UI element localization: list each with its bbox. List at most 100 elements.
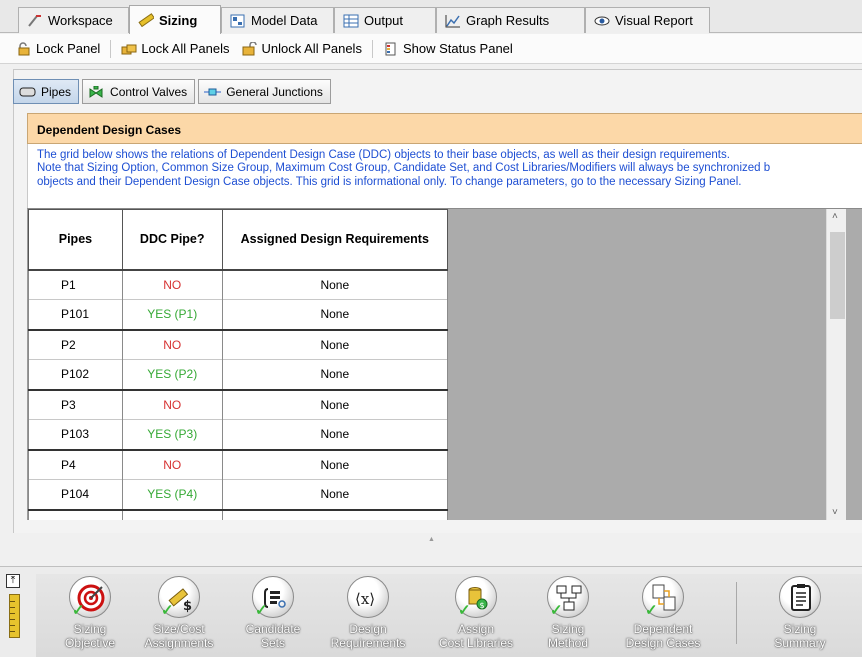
nav-label: Cost Libraries bbox=[438, 636, 514, 650]
table-row[interactable]: P102 YES (P2) None bbox=[28, 359, 449, 390]
nav-label: Assignments bbox=[144, 636, 214, 650]
pipe-cell: P102 bbox=[28, 359, 123, 390]
control-valve-icon bbox=[88, 85, 105, 98]
toolbar-divider bbox=[110, 39, 112, 58]
nav-sizing-summary[interactable]: Sizing Summary bbox=[752, 576, 848, 650]
requirements-cell: None bbox=[221, 479, 449, 510]
table-row[interactable]: P1 NO None bbox=[28, 268, 449, 300]
table-row[interactable]: P104 YES (P4) None bbox=[28, 479, 449, 510]
nav-label: Design Cases bbox=[625, 636, 701, 650]
tab-label: Visual Report bbox=[615, 13, 693, 28]
nav-sizing-objective[interactable]: ✓ Sizing Objective bbox=[42, 576, 138, 650]
table-row[interactable]: P3 NO None bbox=[28, 388, 449, 420]
panel-toolbar: Lock Panel Lock All Panels Unlock All Pa… bbox=[0, 34, 862, 64]
unlock-all-panels-button[interactable]: Unlock All Panels bbox=[236, 38, 368, 60]
lock-all-panels-button[interactable]: Lock All Panels bbox=[115, 38, 235, 60]
nav-candidate-sets[interactable]: ✓ Candidate Sets bbox=[225, 576, 321, 650]
cost-library-icon: $ ✓ bbox=[455, 576, 497, 618]
tab-model-data[interactable]: Model Data bbox=[221, 7, 334, 33]
table-row[interactable]: P103 YES (P3) None bbox=[28, 419, 449, 450]
pipe-cell: P101 bbox=[28, 299, 123, 330]
status-panel-icon bbox=[383, 42, 399, 56]
ddc-cell: NO bbox=[121, 448, 223, 480]
table-row[interactable]: P4 NO None bbox=[28, 448, 449, 480]
check-icon: ✓ bbox=[161, 602, 174, 619]
nav-size-cost-assignments[interactable]: $ ✓ Size/Cost Assignments bbox=[131, 576, 227, 650]
toolbar-divider bbox=[371, 39, 373, 58]
ddc-cell: NO bbox=[121, 388, 223, 420]
grid-vertical-scrollbar[interactable]: ˄ ˅ bbox=[826, 209, 846, 520]
lock-icon bbox=[16, 41, 32, 56]
pipe-cell: P1 bbox=[28, 268, 123, 300]
sizing-method-icon: ✓ bbox=[547, 576, 589, 618]
ddc-cell: YES (P3) bbox=[121, 419, 223, 450]
ddc-grid: Pipes DDC Pipe? Assigned Design Requirem… bbox=[27, 208, 862, 520]
nav-label: Size/Cost bbox=[153, 622, 205, 636]
nav-label: Assign bbox=[457, 622, 495, 636]
subtab-pipes[interactable]: Pipes bbox=[13, 79, 80, 104]
pipe-cell: P3 bbox=[28, 388, 123, 420]
subtab-general-junctions[interactable]: General Junctions bbox=[198, 79, 331, 104]
output-table-icon bbox=[343, 14, 359, 28]
unlock-all-panels-label: Unlock All Panels bbox=[261, 41, 362, 56]
nav-dependent-design-cases[interactable]: ✓ Dependent Design Cases bbox=[615, 576, 711, 650]
nav-label: Objective bbox=[64, 636, 116, 650]
nav-label: Candidate bbox=[245, 622, 301, 636]
candidate-sets-icon: ✓ bbox=[252, 576, 294, 618]
nav-label: Sizing bbox=[783, 622, 817, 636]
ddc-cell: YES (P4) bbox=[121, 479, 223, 510]
ddc-cell bbox=[121, 508, 223, 520]
lock-panel-button[interactable]: Lock Panel bbox=[10, 38, 106, 60]
tab-label: Output bbox=[364, 13, 404, 28]
requirements-cell bbox=[221, 508, 449, 520]
tab-visual-report[interactable]: Visual Report bbox=[585, 7, 710, 33]
object-type-tabs: Pipes Control Valves General Junctions bbox=[13, 79, 331, 104]
table-row[interactable] bbox=[28, 508, 449, 520]
nav-label: Design bbox=[349, 622, 387, 636]
ddc-table: Pipes DDC Pipe? Assigned Design Requirem… bbox=[28, 209, 449, 520]
column-header-design-requirements[interactable]: Assigned Design Requirements bbox=[221, 209, 449, 271]
column-header-pipes[interactable]: Pipes bbox=[28, 209, 123, 271]
subtab-control-valves[interactable]: Control Valves bbox=[82, 79, 196, 104]
ddc-cell: YES (P1) bbox=[121, 299, 223, 330]
nav-assign-cost-libraries[interactable]: $ ✓ Assign Cost Libraries bbox=[428, 576, 524, 650]
panel-splitter[interactable]: ▲ bbox=[0, 533, 862, 549]
requirements-cell: None bbox=[221, 268, 449, 300]
nav-label: Requirements bbox=[330, 636, 406, 650]
general-junction-icon bbox=[204, 86, 222, 98]
nav-label: Sizing bbox=[551, 622, 585, 636]
check-icon: ✓ bbox=[550, 602, 563, 619]
table-row[interactable]: P2 NO None bbox=[28, 328, 449, 360]
show-status-panel-button[interactable]: Show Status Panel bbox=[377, 38, 519, 60]
svg-text:$: $ bbox=[183, 599, 192, 614]
ddc-cell: NO bbox=[121, 328, 223, 360]
scrollbar-thumb[interactable] bbox=[830, 232, 845, 319]
pin-panel-icon[interactable]: ⤒ bbox=[6, 574, 20, 588]
scroll-up-icon[interactable]: ˄ bbox=[832, 211, 838, 222]
ddc-cell: NO bbox=[121, 268, 223, 300]
nav-label: Method bbox=[547, 636, 589, 650]
tab-graph-results[interactable]: Graph Results bbox=[436, 7, 585, 33]
nav-label: Sets bbox=[260, 636, 285, 650]
tab-output[interactable]: Output bbox=[334, 7, 436, 33]
sizing-ruler-icon[interactable] bbox=[9, 594, 20, 638]
check-icon: ✓ bbox=[255, 602, 268, 619]
ddc-cell: YES (P2) bbox=[121, 359, 223, 390]
column-header-ddc-pipe[interactable]: DDC Pipe? bbox=[121, 209, 223, 271]
nav-sizing-method[interactable]: ✓ Sizing Method bbox=[520, 576, 616, 650]
requirements-cell: None bbox=[221, 299, 449, 330]
workspace-icon bbox=[27, 14, 43, 28]
table-row[interactable]: P101 YES (P1) None bbox=[28, 299, 449, 330]
tab-workspace[interactable]: Workspace bbox=[18, 7, 129, 33]
info-line: objects and their Dependent Design Case … bbox=[37, 175, 742, 188]
unlock-all-icon bbox=[242, 40, 258, 56]
svg-text:⟨x⟩: ⟨x⟩ bbox=[355, 590, 375, 608]
tab-sizing[interactable]: Sizing bbox=[129, 5, 221, 34]
subtab-label: General Junctions bbox=[226, 84, 323, 99]
pipe-cell bbox=[28, 508, 123, 520]
target-icon: ✓ bbox=[69, 576, 111, 618]
check-icon: ✓ bbox=[458, 602, 471, 619]
scroll-down-icon[interactable]: ˅ bbox=[832, 507, 838, 518]
nav-design-requirements[interactable]: ⟨x⟩ Design Requirements bbox=[320, 576, 416, 650]
nav-divider bbox=[736, 582, 737, 644]
